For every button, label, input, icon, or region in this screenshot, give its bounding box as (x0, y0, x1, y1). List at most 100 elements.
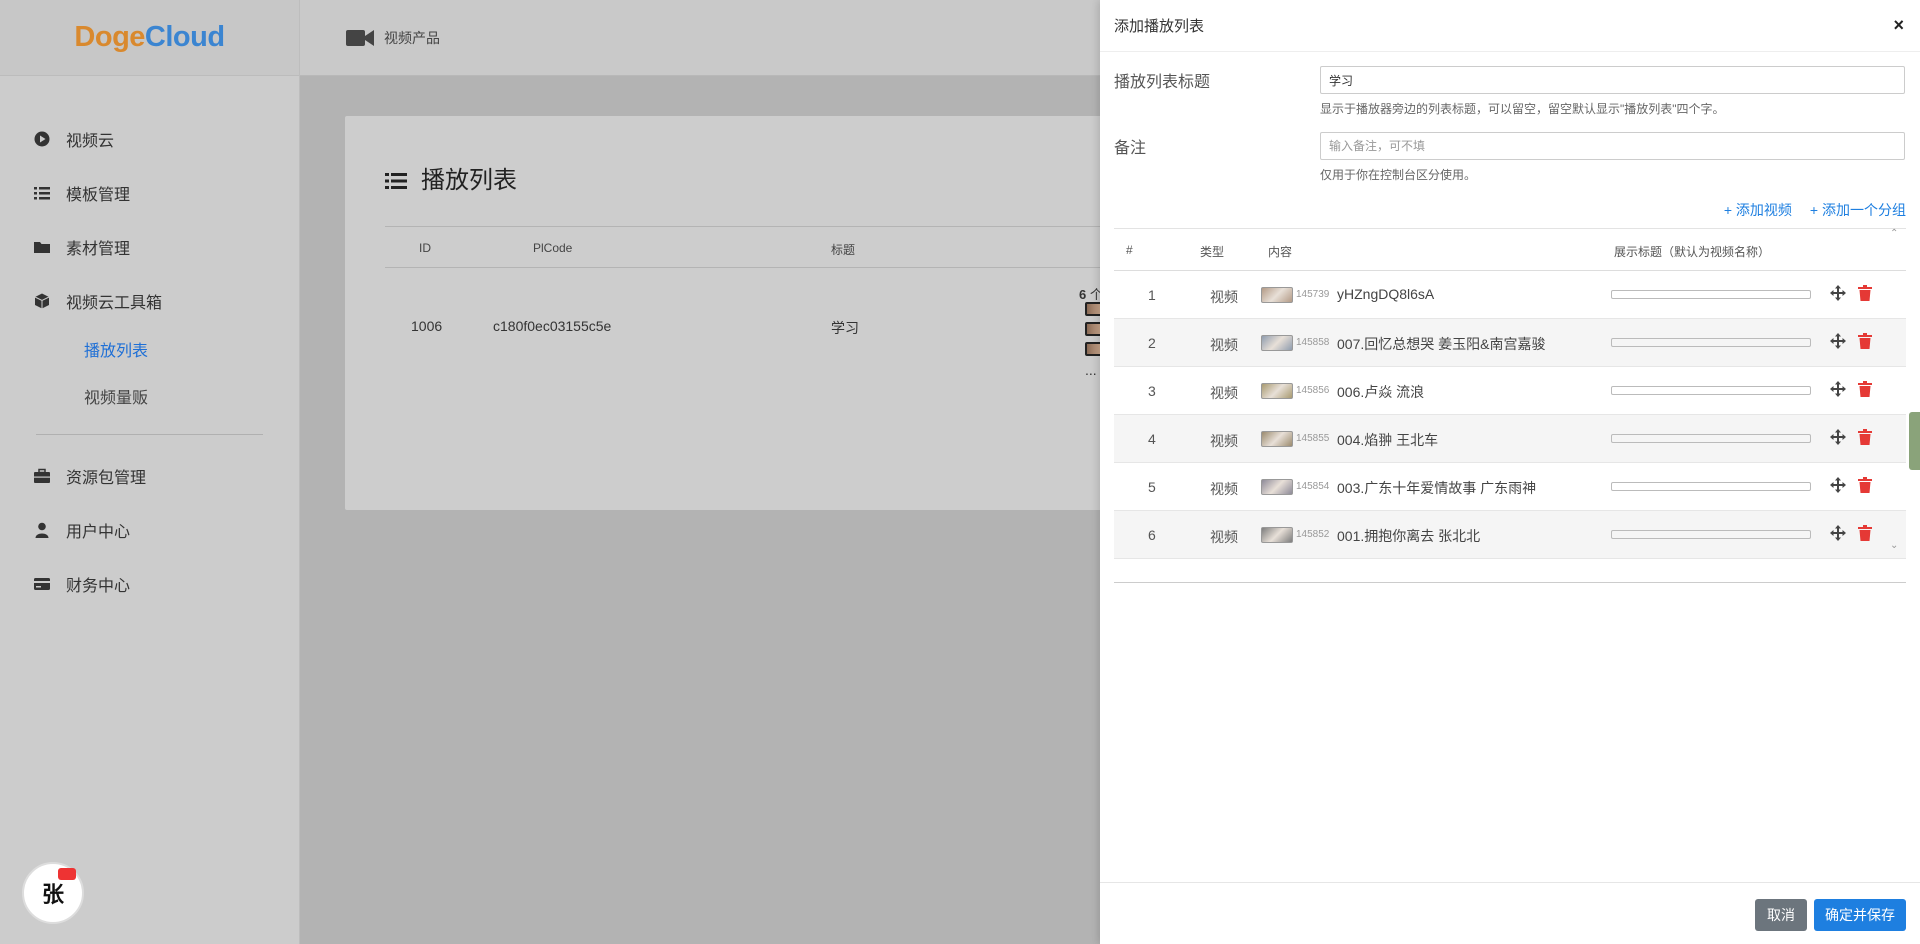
close-icon[interactable]: × (1893, 15, 1904, 36)
scroll-down-icon[interactable]: ⌄ (1890, 540, 1898, 551)
display-title-input[interactable] (1611, 290, 1811, 299)
display-title-input[interactable] (1611, 338, 1811, 347)
video-id: 145858 (1296, 337, 1330, 348)
video-name: 003.广东十年爱情故事 广东雨神 (1337, 480, 1537, 496)
add-actions: + 添加视频 + 添加一个分组 (1724, 200, 1906, 220)
move-icon[interactable] (1830, 429, 1846, 445)
trash-icon[interactable] (1858, 381, 1872, 397)
sidebar-item-resource-packages[interactable]: 资源包管理 (0, 449, 299, 503)
avatar[interactable]: 张 (22, 862, 84, 924)
note-input[interactable] (1320, 132, 1905, 160)
row-index: 2 (1148, 335, 1156, 351)
move-icon[interactable] (1830, 525, 1846, 541)
folder-icon (34, 239, 50, 255)
briefcase-icon (34, 468, 50, 484)
table-row[interactable]: 1 视频 145739 yHZngDQ8l6sA (1114, 271, 1906, 319)
video-id: 145852 (1296, 529, 1330, 540)
scroll-up-icon[interactable]: ⌃ (1890, 228, 1898, 239)
logo-area: DogeCloud (0, 0, 299, 76)
sidebar-subitem-video-bulk[interactable]: 视频量贩 (0, 375, 299, 422)
add-playlist-drawer: 添加播放列表 × 播放列表标题 显示于播放器旁边的列表标题，可以留空，留空默认显… (1100, 0, 1920, 944)
cancel-button[interactable]: 取消 (1755, 899, 1807, 931)
video-name: 006.卢焱 流浪 (1337, 384, 1425, 400)
playlist-title-input[interactable] (1320, 66, 1905, 94)
sidebar-item-label: 资源包管理 (66, 470, 147, 487)
save-button[interactable]: 确定并保存 (1814, 899, 1906, 931)
move-icon[interactable] (1830, 333, 1846, 349)
display-title-input[interactable] (1611, 386, 1811, 395)
video-name: 007.回忆总想哭 姜玉阳&南宫嘉骏 (1337, 336, 1546, 352)
video-name: 001.拥抱你离去 张北北 (1337, 528, 1481, 544)
sidebar-item-video-cloud[interactable]: 视频云 (0, 112, 299, 166)
trash-icon[interactable] (1858, 429, 1872, 445)
move-icon[interactable] (1830, 285, 1846, 301)
form-row-title: 播放列表标题 显示于播放器旁边的列表标题，可以留空，留空默认显示"播放列表"四个… (1100, 52, 1920, 118)
drawer-footer: 取消 确定并保存 (1100, 882, 1920, 944)
row-index: 1 (1148, 287, 1156, 303)
drawer-header: 添加播放列表 × (1100, 0, 1920, 52)
logo[interactable]: DogeCloud (74, 21, 225, 54)
form-row-note: 备注 仅用于你在控制台区分使用。 (1100, 118, 1920, 184)
trash-icon[interactable] (1858, 333, 1872, 349)
row-index: 6 (1148, 527, 1156, 543)
sidebar-item-user-center[interactable]: 用户中心 (0, 503, 299, 557)
sidebar-item-label: 模板管理 (66, 187, 131, 204)
column-header-title: 标题 (831, 243, 856, 257)
sidebar-subitem-playlist[interactable]: 播放列表 (0, 328, 299, 375)
column-header-content: 内容 (1268, 245, 1293, 259)
sidebar-item-templates[interactable]: 模板管理 (0, 166, 299, 220)
note-help-text: 仅用于你在控制台区分使用。 (1320, 168, 1477, 182)
video-thumbnail (1261, 287, 1293, 303)
logo-text-doge: Doge (74, 21, 145, 53)
play-circle-icon (34, 131, 50, 147)
breadcrumb[interactable]: 视频产品 (384, 28, 440, 48)
table-divider (1114, 582, 1906, 583)
sidebar-item-label: 视频云 (66, 133, 115, 150)
row-code: c180f0ec03155c5e (493, 318, 612, 334)
sidebar-item-label: 素材管理 (66, 241, 131, 258)
add-group-link[interactable]: + 添加一个分组 (1810, 200, 1906, 220)
trash-icon[interactable] (1858, 525, 1872, 541)
flag-icon (58, 868, 76, 880)
table-row[interactable]: 4 视频 145855 004.焰翀 王北车 (1114, 415, 1906, 463)
sidebar-item-toolbox[interactable]: 视频云工具箱 (0, 274, 299, 328)
sidebar-item-label: 财务中心 (66, 578, 131, 595)
add-video-link[interactable]: + 添加视频 (1724, 200, 1792, 220)
video-thumbnail (1261, 335, 1293, 351)
table-row[interactable]: 6 视频 145852 001.拥抱你离去 张北北 (1114, 511, 1906, 559)
user-icon (34, 522, 50, 538)
move-icon[interactable] (1830, 477, 1846, 493)
title-label: 播放列表标题 (1114, 74, 1211, 91)
move-icon[interactable] (1830, 381, 1846, 397)
video-id: 145855 (1296, 433, 1330, 444)
row-index: 4 (1148, 431, 1156, 447)
list-icon (34, 185, 50, 201)
list-icon (385, 169, 407, 189)
sidebar-item-materials[interactable]: 素材管理 (0, 220, 299, 274)
row-type: 视频 (1210, 385, 1238, 401)
row-index: 5 (1148, 479, 1156, 495)
row-type: 视频 (1210, 433, 1238, 449)
sidebar-item-label: 视频云工具箱 (66, 295, 163, 312)
table-header: # 类型 内容 展示标题（默认为视频名称） (1114, 229, 1906, 271)
video-thumbnail (1261, 383, 1293, 399)
side-handle[interactable] (1909, 412, 1920, 470)
sidebar-item-finance[interactable]: 财务中心 (0, 557, 299, 611)
page-title-text: 播放列表 (421, 167, 517, 194)
sidebar: DogeCloud 视频云 模板管理 素材管理 视频云工具箱 播放列表 视频量贩… (0, 0, 300, 944)
nav-divider (36, 434, 263, 435)
display-title-input[interactable] (1611, 482, 1811, 491)
table-row[interactable]: 2 视频 145858 007.回忆总想哭 姜玉阳&南宫嘉骏 (1114, 319, 1906, 367)
trash-icon[interactable] (1858, 285, 1872, 301)
row-type: 视频 (1210, 289, 1238, 305)
table-row[interactable]: 3 视频 145856 006.卢焱 流浪 (1114, 367, 1906, 415)
table-row[interactable]: 5 视频 145854 003.广东十年爱情故事 广东雨神 (1114, 463, 1906, 511)
row-type: 视频 (1210, 337, 1238, 353)
display-title-input[interactable] (1611, 434, 1811, 443)
display-title-input[interactable] (1611, 530, 1811, 539)
trash-icon[interactable] (1858, 477, 1872, 493)
row-title: 学习 (831, 320, 859, 336)
video-id: 145854 (1296, 481, 1330, 492)
scrollbar[interactable]: ⌃ ⌄ (1890, 228, 1900, 558)
title-help-text: 显示于播放器旁边的列表标题，可以留空，留空默认显示"播放列表"四个字。 (1320, 102, 1725, 116)
